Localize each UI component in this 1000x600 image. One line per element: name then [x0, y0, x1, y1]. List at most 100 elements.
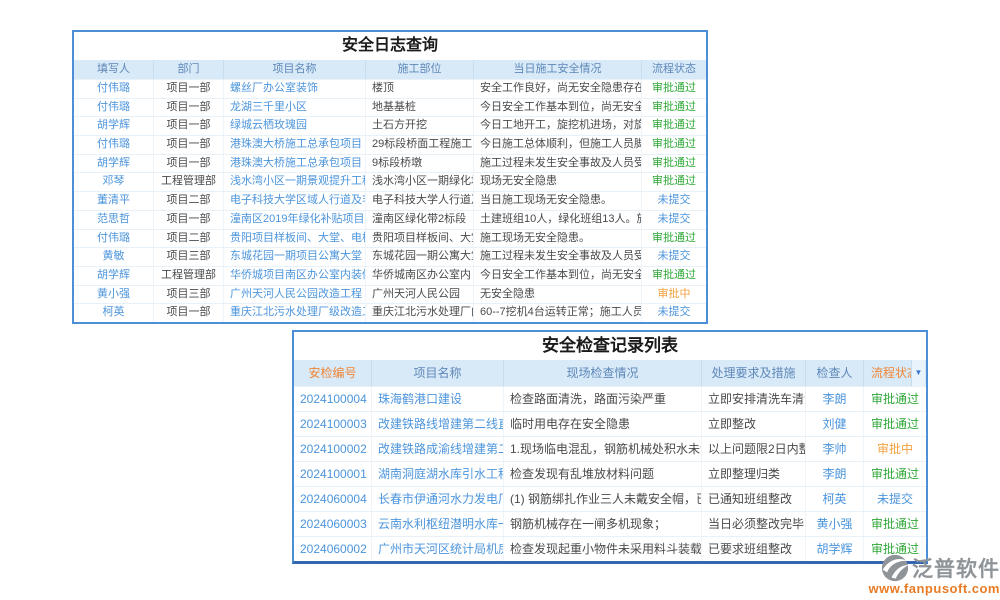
project-link[interactable]: 云南水利枢纽潜明水库一期...	[372, 512, 504, 536]
record-id-link[interactable]: 2024060003	[294, 512, 372, 536]
status-cell: 审批通过	[864, 512, 926, 536]
status-filter-dropdown-icon[interactable]: ▼	[911, 360, 925, 386]
table-row: 付伟璐项目一部螺丝厂办公室装饰楼顶安全工作良好，尚无安全隐患存在审批通过	[74, 79, 706, 98]
measure-cell: 已要求班组整改	[702, 537, 806, 561]
project-link[interactable]: 改建铁路成渝线增建第二直...	[372, 437, 504, 461]
project-link[interactable]: 潼南区2019年绿化补贴项目-施工2标段	[224, 211, 366, 229]
inspector-link[interactable]: 刘健	[806, 412, 864, 436]
inspector-link[interactable]: 李朗	[806, 462, 864, 486]
writer-link[interactable]: 胡学辉	[74, 155, 154, 173]
table-row: 邓琴工程管理部浅水湾小区一期景观提升工程施工浅水湾小区一期绿化地现场无安全隐患审…	[74, 172, 706, 191]
col-header-project: 项目名称	[224, 60, 366, 79]
status-cell: 审批通过	[864, 412, 926, 436]
col-header-inspector: 检查人	[806, 360, 864, 386]
col-header-dept: 部门	[154, 60, 224, 79]
record-id-link[interactable]: 2024100003	[294, 412, 372, 436]
table-row: 黄敏项目三部东城花园一期项目公寓大堂 装饰工程东城花园一期公寓大堂施工过程未发生…	[74, 247, 706, 266]
writer-link[interactable]: 胡学辉	[74, 267, 154, 285]
location-cell: 9标段桥墩	[366, 155, 474, 173]
inspection-record-panel: 安全检查记录列表 安检编号项目名称现场检查情况处理要求及措施检查人流程状态▼ 2…	[292, 330, 928, 564]
location-cell: 重庆江北污水处理厂内部...	[366, 304, 474, 322]
record-id-link[interactable]: 2024100004	[294, 387, 372, 411]
record-id-link[interactable]: 2024060002	[294, 537, 372, 561]
project-link[interactable]: 长春市伊通河水力发电厂改...	[372, 487, 504, 511]
department-cell: 项目一部	[154, 304, 224, 322]
project-link[interactable]: 港珠澳大桥施工总承包项目	[224, 155, 366, 173]
situation-cell: 当日施工现场无安全隐患。	[474, 192, 642, 210]
inspector-link[interactable]: 柯英	[806, 487, 864, 511]
measure-cell: 立即安排清洗车清洗	[702, 387, 806, 411]
col-header-project: 项目名称	[372, 360, 504, 386]
status-cell: 审批通过	[642, 173, 706, 191]
table-row: 2024100002改建铁路成渝线增建第二直...1.现场临电混乱，钢筋机械处积…	[294, 436, 926, 461]
project-link[interactable]: 绿城云栖玫瑰园	[224, 117, 366, 135]
col-header-status[interactable]: 流程状态▼	[864, 360, 926, 386]
table-row: 付伟璐项目二部贵阳项目样板间、大堂、电梯厅装修工程贵阳项目样板间、大堂、...施…	[74, 229, 706, 248]
project-link[interactable]: 珠海鹤港口建设	[372, 387, 504, 411]
project-link[interactable]: 龙湖三千里小区	[224, 99, 366, 117]
inspection-cell: 检查路面清洗，路面污染严重	[504, 387, 702, 411]
writer-link[interactable]: 柯英	[74, 304, 154, 322]
project-link[interactable]: 螺丝厂办公室装饰	[224, 80, 366, 98]
project-link[interactable]: 港珠澳大桥施工总承包项目	[224, 136, 366, 154]
inspector-link[interactable]: 李帅	[806, 437, 864, 461]
writer-link[interactable]: 付伟璐	[74, 230, 154, 248]
record-id-link[interactable]: 2024100001	[294, 462, 372, 486]
writer-link[interactable]: 董清平	[74, 192, 154, 210]
inspection-table-body: 2024100004珠海鹤港口建设检查路面清洗，路面污染严重立即安排清洗车清洗李…	[294, 386, 926, 561]
inspector-link[interactable]: 胡学辉	[806, 537, 864, 561]
project-link[interactable]: 贵阳项目样板间、大堂、电梯厅装修工程	[224, 230, 366, 248]
project-link[interactable]: 电子科技大学区域人行道及非机动车道工程	[224, 192, 366, 210]
col-header-situation: 当日施工安全情况	[474, 60, 642, 79]
status-cell: 审批通过	[642, 117, 706, 135]
status-cell: 审批通过	[642, 136, 706, 154]
inspector-link[interactable]: 李朗	[806, 387, 864, 411]
project-link[interactable]: 重庆江北污水处理厂级改造工程-道路修复	[224, 304, 366, 322]
project-link[interactable]: 华侨城项目南区办公室内装修工程	[224, 267, 366, 285]
inspector-link[interactable]: 黄小强	[806, 512, 864, 536]
measure-cell: 已通知班组整改	[702, 487, 806, 511]
col-header-status: 流程状态	[642, 60, 706, 79]
col-header-location: 施工部位	[366, 60, 474, 79]
safety-log-table-body: 付伟璐项目一部螺丝厂办公室装饰楼顶安全工作良好，尚无安全隐患存在审批通过付伟璐项…	[74, 79, 706, 322]
record-id-link[interactable]: 2024060004	[294, 487, 372, 511]
location-cell: 土石方开挖	[366, 117, 474, 135]
status-cell: 未提交	[642, 192, 706, 210]
table-row: 2024060002广州市天河区统计局机房改...检查发现起重小物件未采用料斗装…	[294, 536, 926, 561]
status-cell: 审批中	[642, 286, 706, 304]
writer-link[interactable]: 付伟璐	[74, 80, 154, 98]
inspection-cell: 检查发现起重小物件未采用料斗装载直接起...	[504, 537, 702, 561]
fanpu-logo-text: 泛普软件	[912, 553, 1000, 583]
writer-link[interactable]: 黄敏	[74, 248, 154, 266]
inspection-cell: (1) 钢筋绑扎作业三人未戴安全帽，已通知...	[504, 487, 702, 511]
project-link[interactable]: 广州天河人民公园改造工程	[224, 286, 366, 304]
status-cell: 审批通过	[642, 155, 706, 173]
record-id-link[interactable]: 2024100002	[294, 437, 372, 461]
status-cell: 审批通过	[642, 80, 706, 98]
fanpu-logo-url: www.fanpusoft.com	[860, 581, 1000, 596]
writer-link[interactable]: 邓琴	[74, 173, 154, 191]
project-link[interactable]: 改建铁路线增建第二线直通...	[372, 412, 504, 436]
writer-link[interactable]: 范思哲	[74, 211, 154, 229]
situation-cell: 今日施工总体顺利，但施工人员脚面烫伤	[474, 136, 642, 154]
location-cell: 29标段桥面工程施工	[366, 136, 474, 154]
writer-link[interactable]: 付伟璐	[74, 99, 154, 117]
department-cell: 项目一部	[154, 211, 224, 229]
project-link[interactable]: 东城花园一期项目公寓大堂 装饰工程	[224, 248, 366, 266]
project-link[interactable]: 浅水湾小区一期景观提升工程施工	[224, 173, 366, 191]
project-link[interactable]: 广州市天河区统计局机房改...	[372, 537, 504, 561]
writer-link[interactable]: 黄小强	[74, 286, 154, 304]
status-cell: 未提交	[642, 211, 706, 229]
measure-cell: 当日必须整改完毕	[702, 512, 806, 536]
status-cell: 审批通过	[642, 99, 706, 117]
project-link[interactable]: 湖南洞庭湖水库引水工程施...	[372, 462, 504, 486]
status-cell: 未提交	[642, 304, 706, 322]
location-cell: 楼顶	[366, 80, 474, 98]
situation-cell: 施工过程未发生安全事故及人员受伤情况	[474, 248, 642, 266]
table-row: 胡学辉工程管理部华侨城项目南区办公室内装修工程华侨城南区办公室内今日安全工作基本…	[74, 266, 706, 285]
table-row: 胡学辉项目一部绿城云栖玫瑰园土石方开挖今日工地开工，旋挖机进场，对旋挖机...审…	[74, 116, 706, 135]
department-cell: 工程管理部	[154, 267, 224, 285]
table-row: 范思哲项目一部潼南区2019年绿化补贴项目-施工2标段潼南区绿化带2标段土建班组…	[74, 210, 706, 229]
writer-link[interactable]: 胡学辉	[74, 117, 154, 135]
writer-link[interactable]: 付伟璐	[74, 136, 154, 154]
